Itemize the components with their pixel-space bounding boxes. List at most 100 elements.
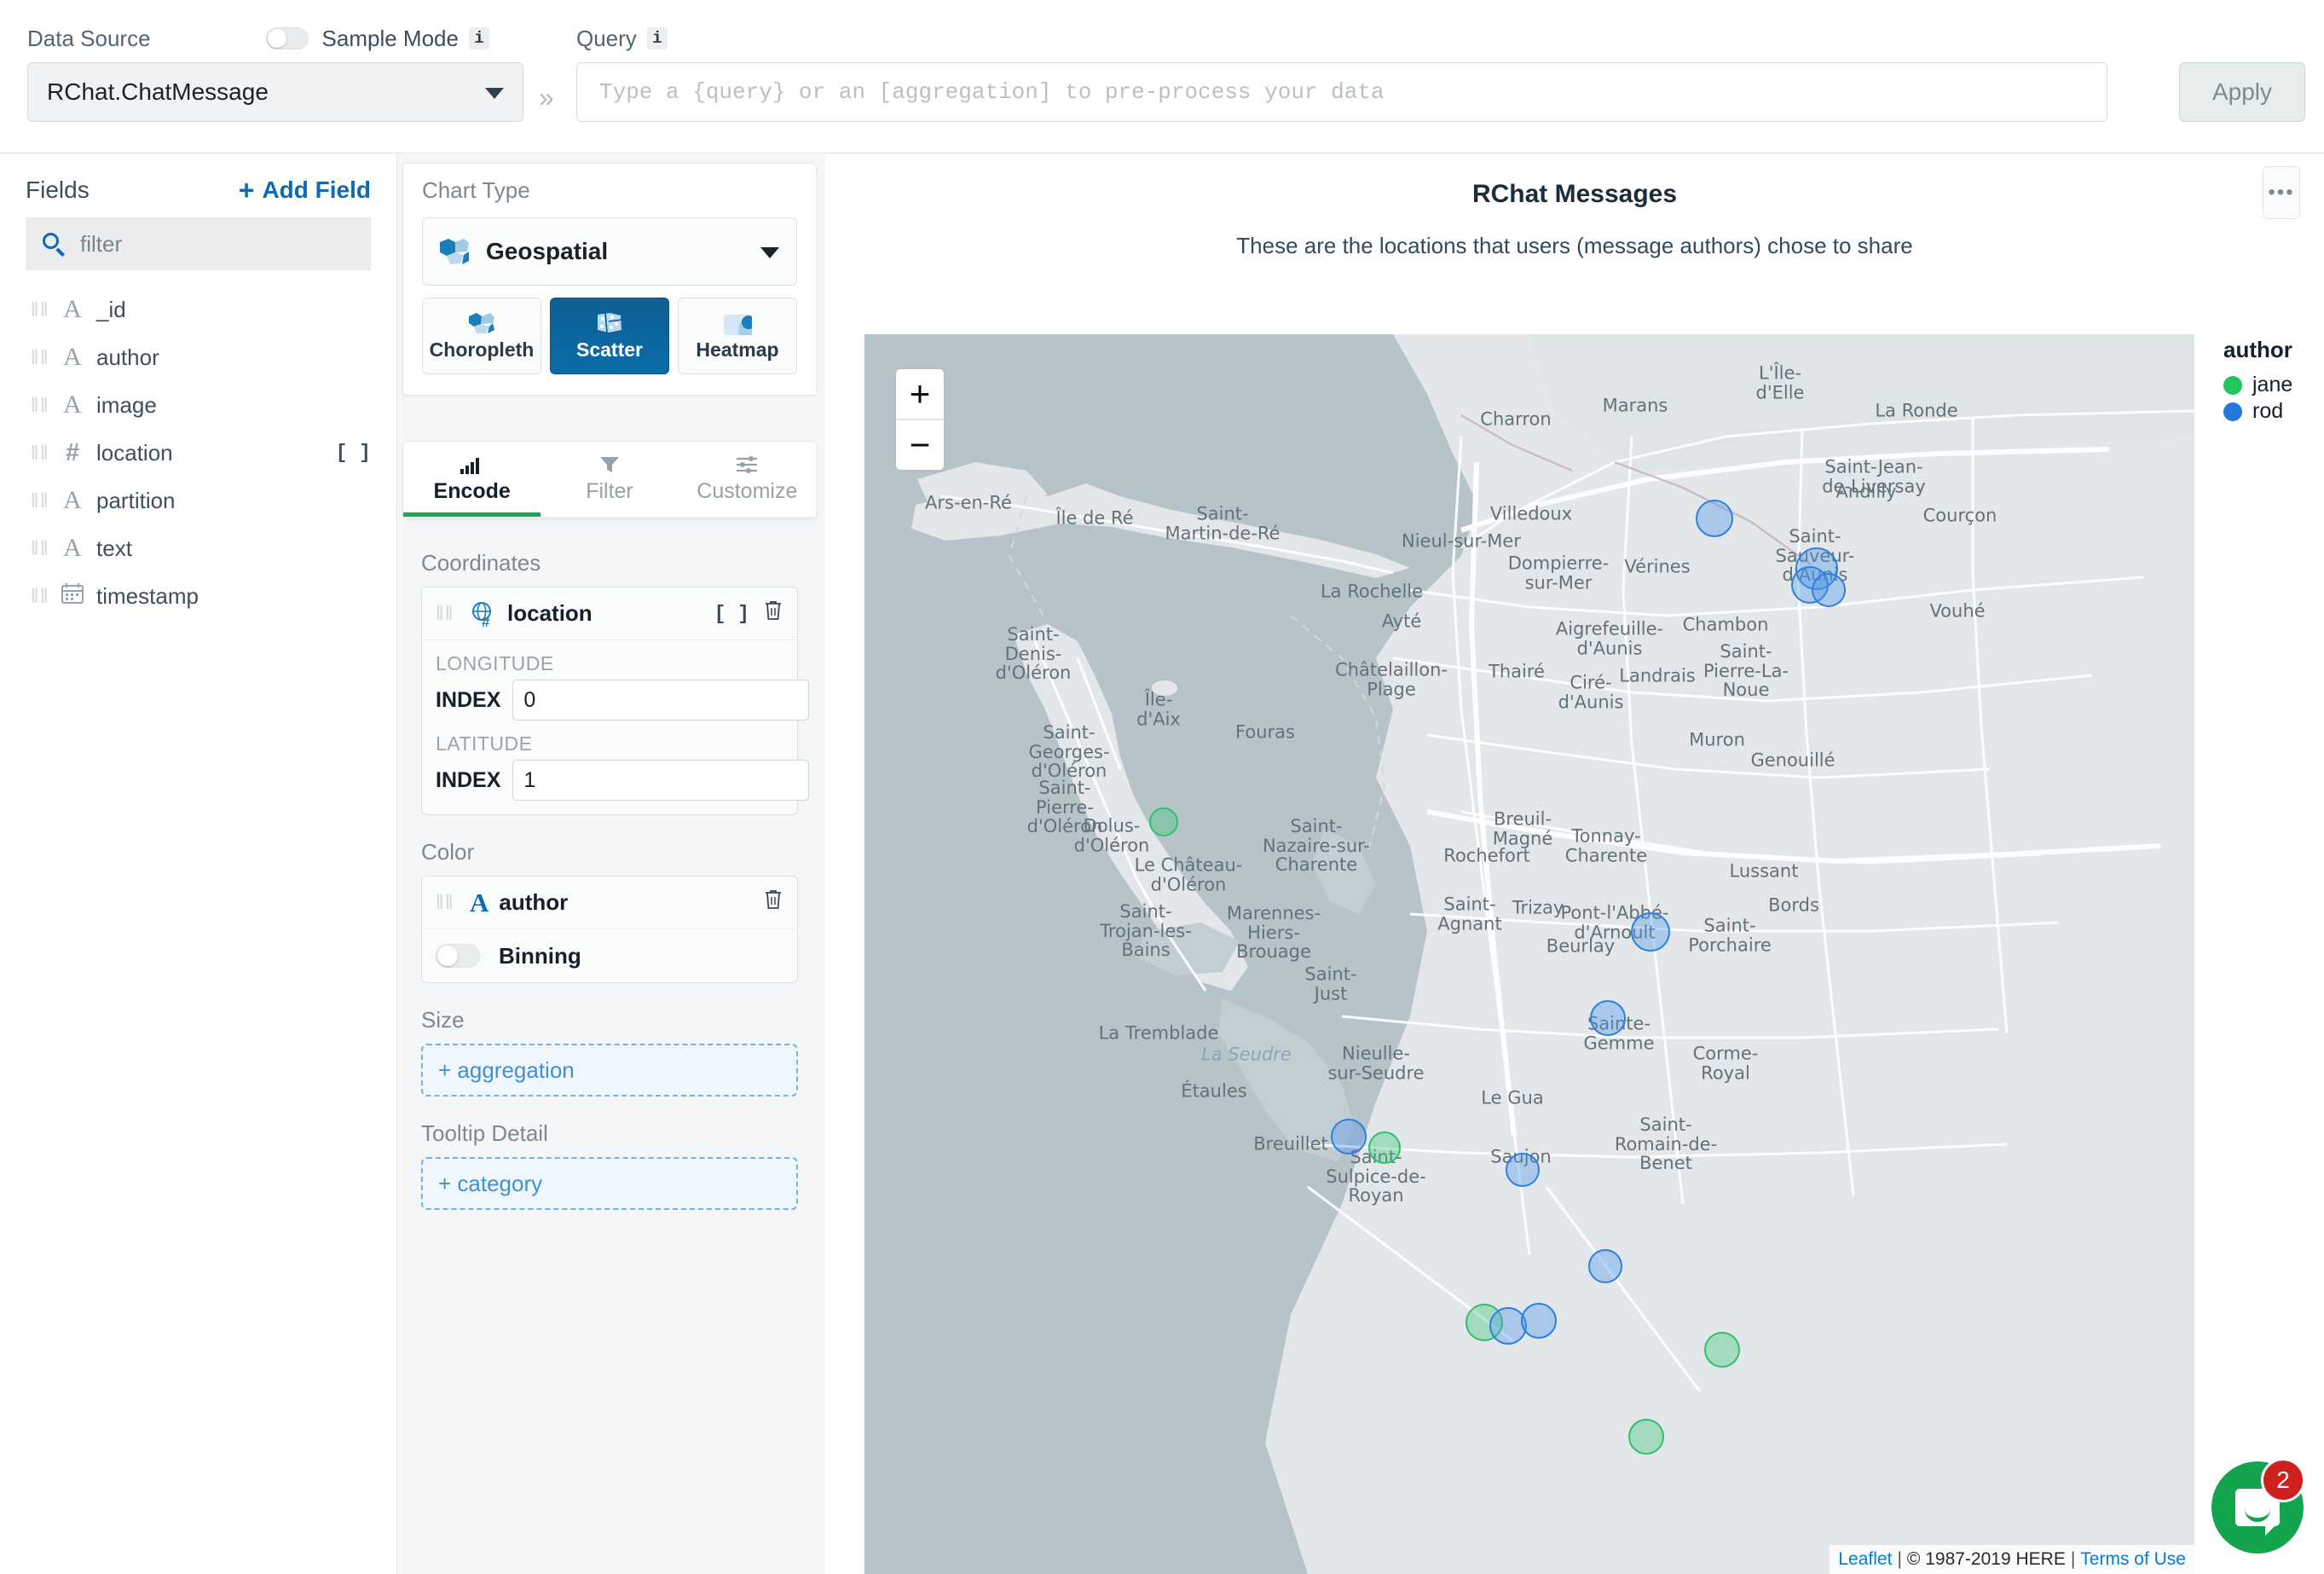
map-zoom-controls: + − [893,367,946,472]
drag-handle-icon[interactable]: ‖‖ [31,346,49,369]
latitude-index-input[interactable] [512,760,810,801]
zoom-in-button[interactable]: + [896,369,944,419]
sample-mode-info-icon[interactable]: i [468,27,489,49]
drag-handle-icon[interactable]: ‖‖ [31,394,49,417]
field-name: author [96,344,159,370]
map-data-point[interactable] [1589,999,1626,1036]
map-data-point[interactable] [1149,807,1178,837]
color-field-row[interactable]: ‖‖ A author [422,877,797,929]
drag-handle-icon[interactable]: ‖‖ [31,537,49,560]
drag-handle-icon[interactable]: ‖‖ [436,602,454,625]
chart-subtype-choropleth[interactable]: Choropleth [422,298,541,374]
zoom-out-button[interactable]: − [896,419,944,470]
tab-filter[interactable]: Filter [541,442,678,517]
map-data-point[interactable] [1505,1152,1540,1187]
field-row[interactable]: ‖‖ Aimage [0,381,396,429]
map-data-point[interactable] [1696,499,1734,537]
color-title: Color [421,839,475,865]
sample-mode-label: Sample Mode [321,25,459,51]
string-type-icon: A [63,343,82,371]
sliders-icon [737,456,758,473]
field-list: ‖‖ A _id ‖‖ Aauthor ‖‖ Aimage ‖‖ # location [ ] ‖‖ A… [0,286,396,620]
legend-color-swatch [2223,375,2242,395]
map-data-point[interactable] [1368,1131,1402,1164]
tab-customize[interactable]: Customize [679,442,816,517]
chart-type-value: Geospatial [486,238,609,264]
trash-icon [766,890,781,909]
map-data-point[interactable] [1521,1303,1558,1340]
array-icon: [ ] [335,442,371,464]
tab-encode[interactable]: Encode [403,442,541,517]
data-source-label-row: Data Source Sample Mode i [27,24,523,53]
apply-button[interactable]: Apply [2179,62,2305,122]
map-data-point[interactable] [1331,1119,1367,1155]
geo-number-icon: # [472,601,492,628]
size-title: Size [421,1007,465,1033]
geospatial-map[interactable]: Ars-en-Ré Île de Ré Saint- Martin-de-Ré Cha… [864,334,2194,1574]
drag-handle-icon[interactable]: ‖‖ [31,442,49,465]
field-row[interactable]: ‖‖ # location [ ] [0,429,396,477]
legend-item[interactable]: jane [2223,372,2292,398]
field-row[interactable]: ‖‖ Atext [0,524,396,572]
attribution-separator-2: | [2070,1549,2076,1569]
size-dropzone[interactable]: + aggregation [421,1044,798,1097]
data-source-block: Data Source Sample Mode i RChat.ChatMess… [27,24,523,122]
legend-item[interactable]: rod [2223,398,2292,425]
leaflet-link[interactable]: Leaflet [1838,1549,1892,1570]
geospatial-icon [440,239,469,264]
delete-color-icon[interactable] [763,888,783,917]
chat-launcher-button[interactable]: 2 [2211,1458,2305,1554]
delete-coordinates-icon[interactable] [763,599,783,628]
query-info-icon[interactable]: i [646,27,668,49]
fields-header: Fields + Add Field [0,154,396,212]
field-row[interactable]: ‖‖ A _id [0,286,396,333]
chart-subtype-options: Choropleth Scatter Heatmap [422,298,797,374]
longitude-index-row: INDEX [436,680,810,720]
field-row[interactable]: ‖‖ timestamp [0,572,396,620]
heatmap-icon [724,314,752,335]
chart-type-select[interactable]: Geospatial [422,217,797,286]
field-filter-placeholder: filter [80,230,123,257]
drag-handle-icon[interactable]: ‖‖ [31,298,49,321]
attribution-copyright: © 1987-2019 HERE [1906,1549,2066,1569]
latitude-label: LATITUDE [436,732,533,755]
binning-label: Binning [499,942,581,969]
terms-of-use-link[interactable]: Terms of Use [2080,1549,2186,1570]
map-data-point[interactable] [1812,572,1846,607]
add-field-label: Add Field [262,176,371,203]
add-field-button[interactable]: + Add Field [239,176,371,204]
drag-handle-icon[interactable]: ‖‖ [31,585,49,608]
chart-type-card: Chart Type Geospatial Choropleth Scatter… [402,163,817,396]
chart-subtype-heatmap[interactable]: Heatmap [678,298,797,374]
longitude-index-input[interactable] [512,680,810,720]
chart-menu-button[interactable]: ••• [2263,166,2300,219]
field-name: text [96,535,132,561]
color-field-name: author [499,889,569,915]
map-data-point[interactable] [1627,1419,1664,1455]
plus-icon: + [238,175,255,205]
chevron-down-icon [485,88,504,99]
coordinates-field-row[interactable]: ‖‖ # location [ ] [422,587,797,640]
field-row[interactable]: ‖‖ Apartition [0,477,396,524]
string-type-icon: A [63,534,82,562]
string-type-icon: A [63,391,82,419]
number-type-icon: # [65,438,80,466]
map-data-point[interactable] [1631,911,1671,952]
map-data-point[interactable] [1588,1248,1623,1283]
drag-handle-icon[interactable]: ‖‖ [436,891,454,914]
data-source-select[interactable]: RChat.ChatMessage [27,62,523,122]
calendar-icon [61,582,84,604]
sample-mode-toggle[interactable] [265,27,309,49]
date-type-icon [58,582,87,611]
map-data-point[interactable] [1703,1331,1740,1368]
drag-handle-icon[interactable]: ‖‖ [31,489,49,512]
chart-subtype-scatter[interactable]: Scatter [550,298,669,374]
field-filter-box[interactable]: filter [26,217,371,270]
field-row[interactable]: ‖‖ Aauthor [0,333,396,381]
tooltip-detail-dropzone[interactable]: + category [421,1157,798,1210]
query-input[interactable] [576,62,2107,122]
field-name: timestamp [96,582,199,609]
longitude-index-label: INDEX [436,687,501,712]
binning-toggle[interactable] [436,944,480,968]
array-icon: [ ] [714,602,749,625]
